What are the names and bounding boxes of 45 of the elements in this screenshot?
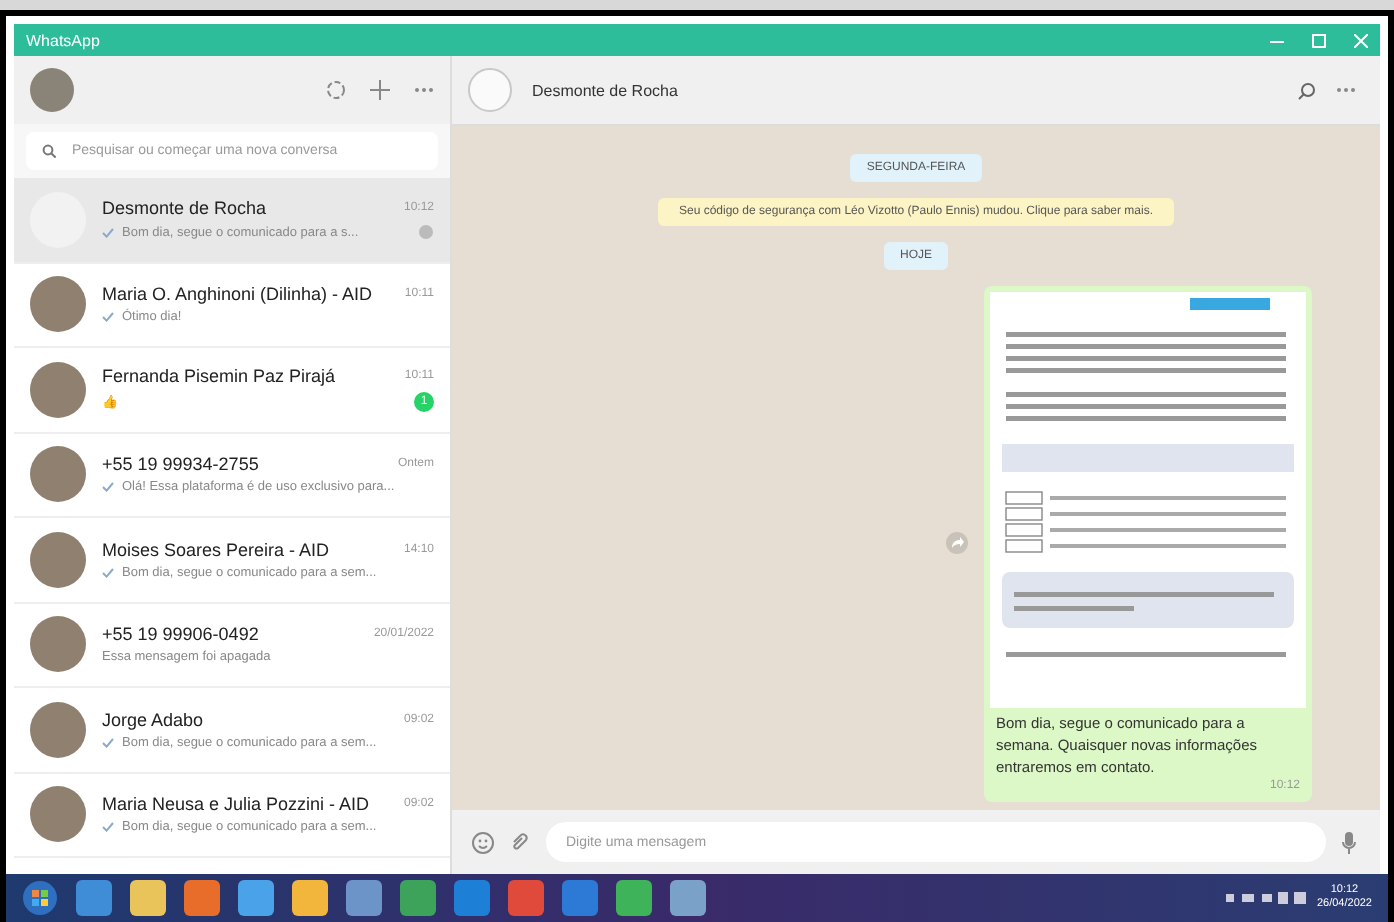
taskbar-app-icon[interactable] xyxy=(562,880,598,916)
contact-name: Maria O. Anghinoni (Dilinha) - AID xyxy=(102,284,375,305)
maximize-icon[interactable] xyxy=(1312,33,1326,47)
contact-avatar xyxy=(30,361,86,418)
taskbar-app-icon[interactable] xyxy=(454,880,490,916)
contact-name: Moises Soares Pereira - AID xyxy=(102,539,332,560)
contact-avatar xyxy=(30,786,86,843)
attach-icon[interactable] xyxy=(510,832,530,852)
forward-icon[interactable] xyxy=(946,532,968,555)
menu-icon[interactable] xyxy=(1336,86,1356,94)
taskbar-app-icon[interactable] xyxy=(616,880,652,916)
contact-name: Desmonte de Rocha xyxy=(102,198,269,219)
taskbar-app-icon[interactable] xyxy=(400,880,436,916)
status-icon[interactable] xyxy=(326,80,346,100)
contact-name: +55 19 99934-2755 xyxy=(102,454,261,475)
contact-avatar xyxy=(30,701,86,758)
taskbar-app-icon[interactable] xyxy=(130,880,166,916)
emoji-icon[interactable] xyxy=(472,831,494,853)
contact-name: Jorge Adabo xyxy=(102,709,206,730)
contact-name: Fernanda Pisemin Paz Pirajá xyxy=(102,366,338,387)
contact-avatar xyxy=(30,446,86,503)
taskbar-app-icon[interactable] xyxy=(346,880,382,916)
new-chat-icon[interactable] xyxy=(370,80,390,100)
taskbar-app-icon[interactable] xyxy=(508,880,544,916)
taskbar-app-icon[interactable] xyxy=(76,880,112,916)
contact-name: Maria Neusa e Julia Pozzini - AID xyxy=(102,794,372,815)
contact-name: +55 19 99906-0492 xyxy=(102,624,261,645)
start-icon[interactable] xyxy=(22,880,58,916)
taskbar-app-icon[interactable] xyxy=(184,880,220,916)
taskbar-app-icon[interactable] xyxy=(292,880,328,916)
taskbar-app-icon[interactable] xyxy=(670,880,706,916)
taskbar-app-icon[interactable] xyxy=(238,880,274,916)
tray-icons[interactable] xyxy=(1226,890,1307,906)
close-icon[interactable] xyxy=(1354,33,1368,47)
contact-avatar xyxy=(30,616,86,673)
contact-avatar xyxy=(30,531,86,588)
contact-avatar[interactable] xyxy=(468,68,512,112)
search-icon xyxy=(42,144,56,158)
chat-title: Desmonte de Rocha xyxy=(532,81,680,99)
window-title: WhatsApp xyxy=(26,31,102,49)
microphone-icon[interactable] xyxy=(1342,831,1356,853)
contact-avatar xyxy=(30,276,86,333)
search-icon[interactable] xyxy=(1298,81,1316,99)
profile-avatar[interactable] xyxy=(30,68,74,112)
menu-icon[interactable] xyxy=(414,86,434,94)
